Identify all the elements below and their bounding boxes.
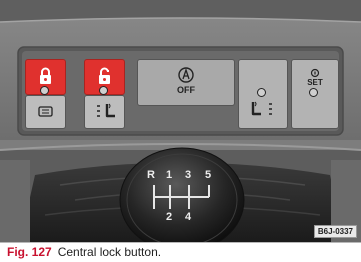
figure-caption: Fig. 127 Central lock button.: [0, 242, 361, 262]
gear-label-1: 1: [166, 169, 173, 181]
rear-window-heating-button[interactable]: [25, 95, 66, 129]
gear-shift-pattern: R 1 3 5 2 4: [137, 165, 227, 225]
seat-heating-left-icon: [97, 103, 115, 118]
figure-caption-text: Central lock button.: [57, 245, 162, 259]
set-label: SET: [307, 78, 323, 87]
gear-label-4: 4: [185, 211, 192, 223]
start-stop-off-button[interactable]: OFF: [137, 59, 235, 106]
gear-label-5: 5: [205, 169, 212, 181]
figure-number: Fig. 127: [7, 245, 52, 259]
parking-indicator-led: [309, 88, 318, 97]
figure-reference-code: B6J-0337: [313, 225, 357, 238]
seat-heating-indicator-led: [257, 88, 266, 97]
unlock-indicator-led: [99, 86, 108, 95]
gear-label-r: R: [147, 169, 155, 181]
lock-indicator-led: [40, 86, 49, 95]
gear-label-2: 2: [166, 211, 173, 223]
auto-start-stop-icon: [178, 67, 194, 83]
off-label: OFF: [177, 85, 195, 95]
seat-heating-left-button[interactable]: [84, 95, 125, 129]
gear-label-3: 3: [185, 169, 192, 181]
rear-window-heating-icon: [38, 106, 53, 117]
